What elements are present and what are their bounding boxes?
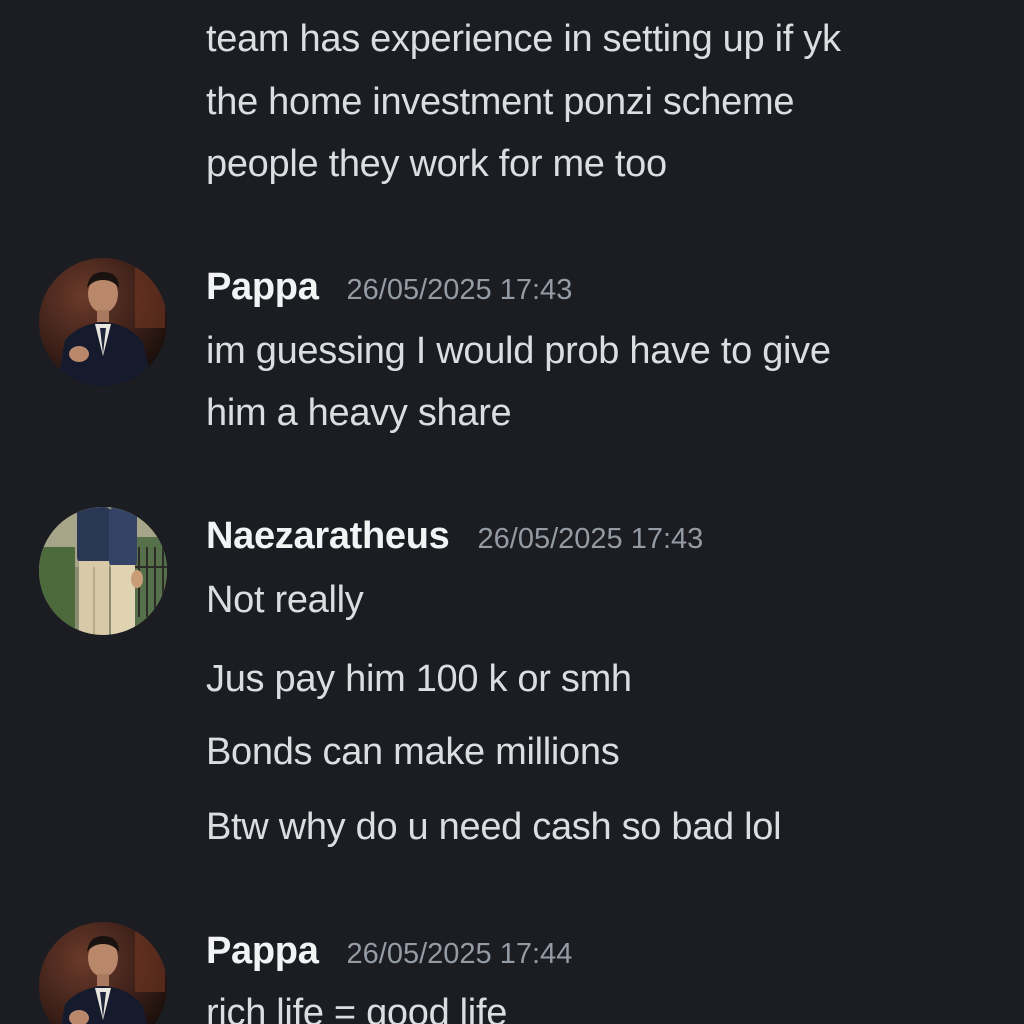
message-text: people they work for me too (206, 143, 667, 185)
username[interactable]: Pappa (206, 930, 319, 973)
timestamp: 26/05/2025 17:44 (346, 938, 573, 970)
timestamp: 26/05/2025 17:43 (346, 274, 573, 306)
avatar[interactable] (39, 922, 167, 1024)
message-header: Pappa 26/05/2025 17:43 (206, 266, 572, 309)
message-text: him a heavy share (206, 392, 512, 434)
message-text: Jus pay him 100 k or smh (206, 658, 632, 700)
username[interactable]: Naezaratheus (206, 515, 450, 558)
chat-message-list[interactable]: team has experience in setting up if yk … (0, 0, 1024, 1024)
message-text: Bonds can make millions (206, 731, 620, 773)
message-text: im guessing I would prob have to give (206, 330, 831, 372)
message-text: Btw why do u need cash so bad lol (206, 806, 782, 848)
message-header: Pappa 26/05/2025 17:44 (206, 930, 572, 973)
message-text: team has experience in setting up if yk (206, 18, 841, 60)
timestamp: 26/05/2025 17:43 (477, 523, 704, 555)
avatar[interactable] (39, 258, 167, 386)
message-text: Not really (206, 579, 364, 621)
message-text: the home investment ponzi scheme (206, 81, 795, 123)
message-header: Naezaratheus 26/05/2025 17:43 (206, 515, 703, 558)
username[interactable]: Pappa (206, 266, 319, 309)
message-text: rich life = good life (206, 992, 508, 1024)
avatar[interactable] (39, 507, 167, 635)
